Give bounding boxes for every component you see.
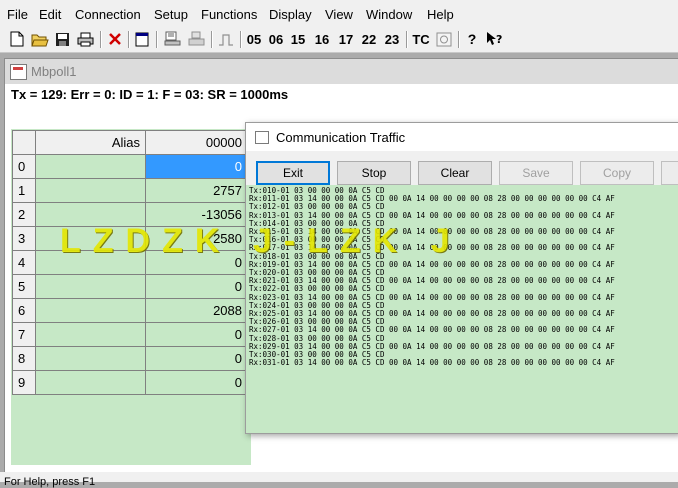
exit-button[interactable]: Exit: [256, 161, 330, 185]
status-bar: [0, 472, 678, 482]
status-help-text: For Help, press F1: [4, 476, 96, 488]
tc-button[interactable]: TC: [411, 29, 431, 49]
value-cell[interactable]: 0: [145, 322, 247, 347]
svg-text:?: ?: [496, 33, 502, 46]
row-index: 4: [12, 250, 36, 275]
table-corner: [12, 130, 36, 155]
register-table: Alias 00000 0 0 1 2757 2 -13056 3 2580 4…: [12, 130, 247, 395]
table-row: 6 2088: [12, 298, 247, 323]
menu-bar: File Edit Connection Setup Functions Dis…: [0, 0, 678, 28]
function-23-button[interactable]: 23: [384, 29, 400, 49]
alias-header: Alias: [35, 130, 146, 155]
delete-icon[interactable]: [106, 29, 124, 49]
toolbar: 05 06 15 16 17 22 23 TC ? ?: [0, 28, 678, 53]
toolbar-separator: [156, 31, 158, 48]
menu-file[interactable]: File: [7, 7, 28, 22]
function-05-button[interactable]: 05: [246, 29, 262, 49]
table-row: 9 0: [12, 370, 247, 395]
row-index: 8: [12, 346, 36, 371]
value-header: 00000: [145, 130, 247, 155]
function-06-button[interactable]: 06: [268, 29, 284, 49]
context-help-icon[interactable]: ?: [485, 29, 505, 49]
menu-setup[interactable]: Setup: [154, 7, 188, 22]
row-index: 5: [12, 274, 36, 299]
table-row: 0 0: [12, 154, 247, 179]
stop-button[interactable]: Stop: [337, 161, 411, 185]
menu-edit[interactable]: Edit: [39, 7, 61, 22]
read-icon[interactable]: [162, 29, 182, 49]
dialog-title: Communication Traffic: [276, 130, 406, 145]
toolbar-separator: [100, 31, 102, 48]
table-row: 1 2757: [12, 178, 247, 203]
pulse-icon[interactable]: [216, 29, 236, 49]
value-cell[interactable]: 0: [145, 370, 247, 395]
print-icon[interactable]: [75, 29, 95, 49]
menu-help[interactable]: Help: [427, 7, 454, 22]
new-icon[interactable]: [8, 29, 26, 49]
alias-cell[interactable]: [35, 298, 146, 323]
window-title: Mbpoll1: [31, 64, 77, 79]
menu-display[interactable]: Display: [269, 7, 312, 22]
alias-cell[interactable]: [35, 154, 146, 179]
alias-cell[interactable]: [35, 346, 146, 371]
function-22-button[interactable]: 22: [361, 29, 377, 49]
menu-connection[interactable]: Connection: [75, 7, 141, 22]
communication-traffic-dialog: Communication Traffic Exit Stop Clear Sa…: [245, 122, 678, 434]
row-index: 9: [12, 370, 36, 395]
menu-view[interactable]: View: [325, 7, 353, 22]
row-index: 0: [12, 154, 36, 179]
function-17-button[interactable]: 17: [338, 29, 354, 49]
window-title-bar[interactable]: Mbpoll1: [5, 59, 678, 84]
table-row: 7 0: [12, 322, 247, 347]
save-button[interactable]: Save: [499, 161, 573, 185]
menu-functions[interactable]: Functions: [201, 7, 257, 22]
toolbar-separator: [211, 31, 213, 48]
dialog-title-bar[interactable]: Communication Traffic: [246, 123, 678, 151]
value-cell[interactable]: 0: [145, 274, 247, 299]
value-cell[interactable]: 2757: [145, 178, 247, 203]
tc-icon[interactable]: [434, 29, 454, 49]
alias-cell[interactable]: [35, 178, 146, 203]
copy-button[interactable]: Copy: [580, 161, 654, 185]
open-icon[interactable]: [30, 29, 50, 49]
table-row: 5 0: [12, 274, 247, 299]
alias-cell[interactable]: [35, 322, 146, 347]
status-bar-text: For Help, press F1 F1: [4, 476, 95, 488]
toolbar-separator: [458, 31, 460, 48]
row-index: 3: [12, 226, 36, 251]
dialog-icon: [255, 131, 269, 144]
help-icon[interactable]: ?: [464, 29, 480, 49]
toolbar-separator: [240, 31, 242, 48]
alias-cell[interactable]: [35, 274, 146, 299]
value-cell[interactable]: 0: [145, 154, 247, 179]
row-index: 6: [12, 298, 36, 323]
toolbar-separator: [406, 31, 408, 48]
menu-window[interactable]: Window: [366, 7, 412, 22]
save-icon[interactable]: [53, 29, 71, 49]
function-16-button[interactable]: 16: [314, 29, 330, 49]
poll-status: Tx = 129: Err = 0: ID = 1: F = 03: SR = …: [11, 87, 289, 102]
alias-cell[interactable]: [35, 370, 146, 395]
window-icon[interactable]: [133, 29, 151, 49]
clear-button[interactable]: Clear: [418, 161, 492, 185]
row-index: 2: [12, 202, 36, 227]
function-15-button[interactable]: 15: [290, 29, 306, 49]
window-icon: [10, 64, 27, 80]
watermark: LZDZK J-LZK J: [60, 222, 462, 260]
row-index: 1: [12, 178, 36, 203]
value-cell[interactable]: 2088: [145, 298, 247, 323]
value-cell[interactable]: 0: [145, 346, 247, 371]
toolbar-separator: [128, 31, 130, 48]
row-index: 7: [12, 322, 36, 347]
write-icon[interactable]: [186, 29, 206, 49]
more-button[interactable]: [661, 161, 678, 185]
traffic-line: Rx:031-01 03 14 00 00 0A C5 CD 00 0A 14 …: [249, 358, 615, 368]
table-row: 8 0: [12, 346, 247, 371]
traffic-text: Tx:010-01 03 00 00 00 0A C5 CD Rx:011-01…: [246, 185, 678, 367]
